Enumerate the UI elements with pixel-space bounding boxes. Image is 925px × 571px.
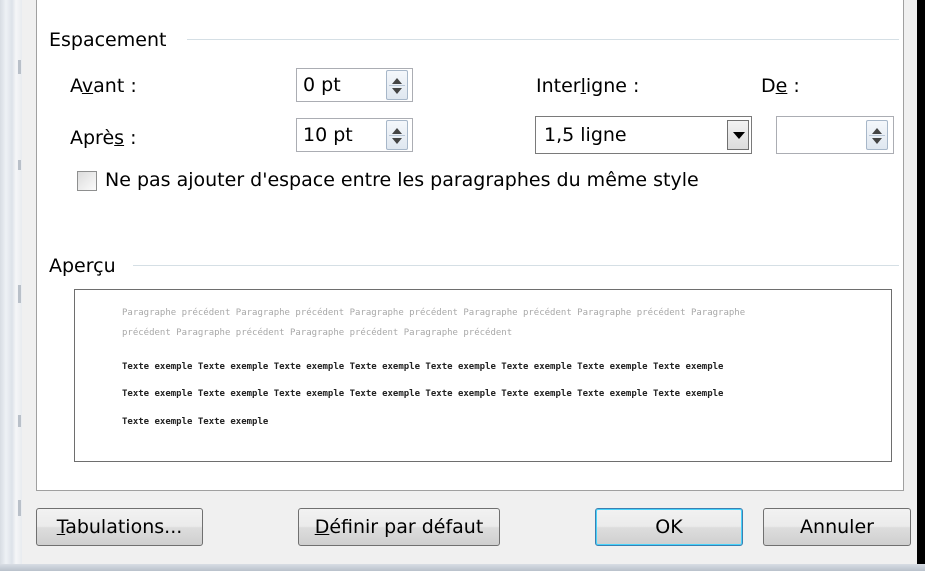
before-label: Avant :: [70, 75, 137, 97]
group-separator: [187, 39, 899, 40]
spin-up-icon[interactable]: [872, 128, 882, 134]
previous-paragraph-line: Paragraphe précédent Paragraphe précéden…: [122, 308, 746, 318]
paragraph-dialog: Espacement Avant : 0 pt Interligne : De …: [22, 0, 917, 564]
group-separator: [133, 265, 899, 266]
preview-box: Paragraphe précédent Paragraphe précéden…: [74, 289, 892, 462]
after-spin-buttons[interactable]: [386, 120, 408, 150]
after-label: Après :: [70, 127, 137, 149]
at-spinner[interactable]: [776, 116, 894, 154]
after-value[interactable]: 10 pt: [303, 124, 353, 146]
line-spacing-value[interactable]: 1,5 ligne: [544, 124, 627, 146]
spin-down-icon[interactable]: [872, 138, 882, 144]
window-frame-right: [917, 0, 925, 571]
spin-down-icon[interactable]: [392, 138, 402, 144]
sample-text-line: Texte exemple Texte exemple Texte exempl…: [122, 362, 724, 372]
before-spin-buttons[interactable]: [386, 70, 408, 100]
at-label: De :: [761, 75, 800, 97]
spin-up-icon[interactable]: [392, 128, 402, 134]
tabs-button[interactable]: Tabulations...: [36, 508, 203, 546]
line-spacing-select[interactable]: 1,5 ligne: [535, 116, 752, 154]
spin-down-icon[interactable]: [392, 88, 402, 94]
tab-panel: Espacement Avant : 0 pt Interligne : De …: [36, 0, 904, 491]
after-spinner[interactable]: 10 pt: [296, 118, 413, 152]
window-frame-left: [0, 0, 22, 571]
sample-text-line: Texte exemple Texte exemple Texte exempl…: [122, 389, 724, 399]
ok-button[interactable]: OK: [595, 508, 743, 546]
line-spacing-label: Interligne :: [536, 75, 640, 97]
previous-paragraph-line: précédent Paragraphe précédent Paragraph…: [122, 328, 513, 338]
no-space-checkbox[interactable]: [77, 171, 97, 191]
set-default-button[interactable]: Définir par défaut: [298, 508, 500, 546]
cancel-button[interactable]: Annuler: [763, 508, 911, 546]
no-space-checkbox-label[interactable]: Ne pas ajouter d'espace entre les paragr…: [105, 169, 699, 191]
before-value[interactable]: 0 pt: [303, 74, 341, 96]
before-spinner[interactable]: 0 pt: [296, 68, 413, 102]
preview-group-title: Aperçu: [49, 255, 130, 277]
window-frame-bottom: [0, 564, 925, 571]
spin-up-icon[interactable]: [392, 78, 402, 84]
sample-text-line: Texte exemple Texte exemple: [122, 417, 269, 427]
spacing-group-title: Espacement: [49, 29, 175, 51]
chevron-down-icon[interactable]: [727, 120, 749, 150]
at-spin-buttons[interactable]: [866, 120, 888, 150]
